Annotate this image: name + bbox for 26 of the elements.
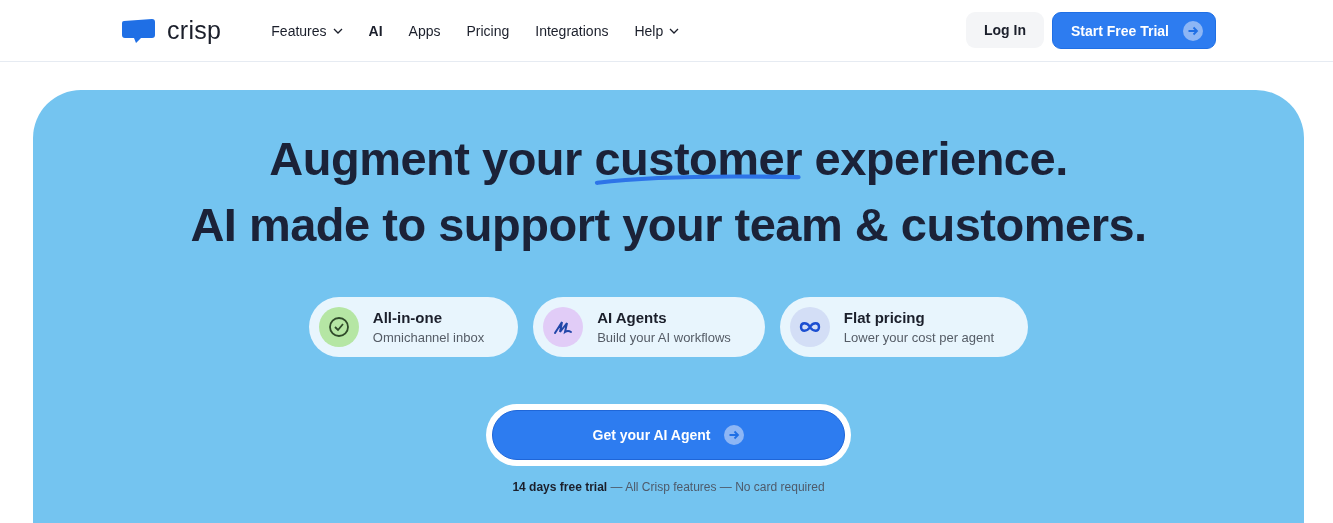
feature-title: Flat pricing xyxy=(843,309,926,326)
feature-subtitle: Build your AI workflows xyxy=(597,330,731,345)
caret-icon xyxy=(669,27,680,34)
start-trial-button[interactable]: Start Free Trial xyxy=(1051,12,1216,49)
arrow-circle-icon xyxy=(724,425,745,445)
nav-link[interactable]: Pricing xyxy=(466,22,510,39)
nav-link[interactable]: Apps xyxy=(408,22,441,39)
headline-text: AI made to support your team & customers. xyxy=(190,198,1147,251)
nav-link[interactable]: Features xyxy=(271,22,343,39)
caret-icon xyxy=(332,27,343,34)
headline-text: customer xyxy=(594,132,802,185)
nav-link[interactable]: AI xyxy=(368,22,383,39)
feature-title: All-in-one xyxy=(372,309,443,326)
brand-name[interactable]: crisp xyxy=(167,16,222,45)
chat-bubble-logo-icon xyxy=(121,17,157,44)
feature-subtitle: Omnichannel inbox xyxy=(372,330,485,345)
trial-note: 14 days free trial — All Crisp features — No card required xyxy=(512,480,825,494)
get-agent-button[interactable]: Get your AI Agent xyxy=(492,410,845,460)
arrow-circle-icon xyxy=(1183,20,1203,41)
nav-link[interactable]: Help xyxy=(634,22,680,39)
login-button[interactable]: Log In xyxy=(965,12,1044,48)
feature-title: AI Agents xyxy=(597,309,668,326)
feature-subtitle: Lower your cost per agent xyxy=(843,330,995,345)
nav-link[interactable]: Integrations xyxy=(535,22,609,39)
headline-text: Augment your xyxy=(269,132,583,185)
headline-text: experience. xyxy=(813,132,1068,185)
